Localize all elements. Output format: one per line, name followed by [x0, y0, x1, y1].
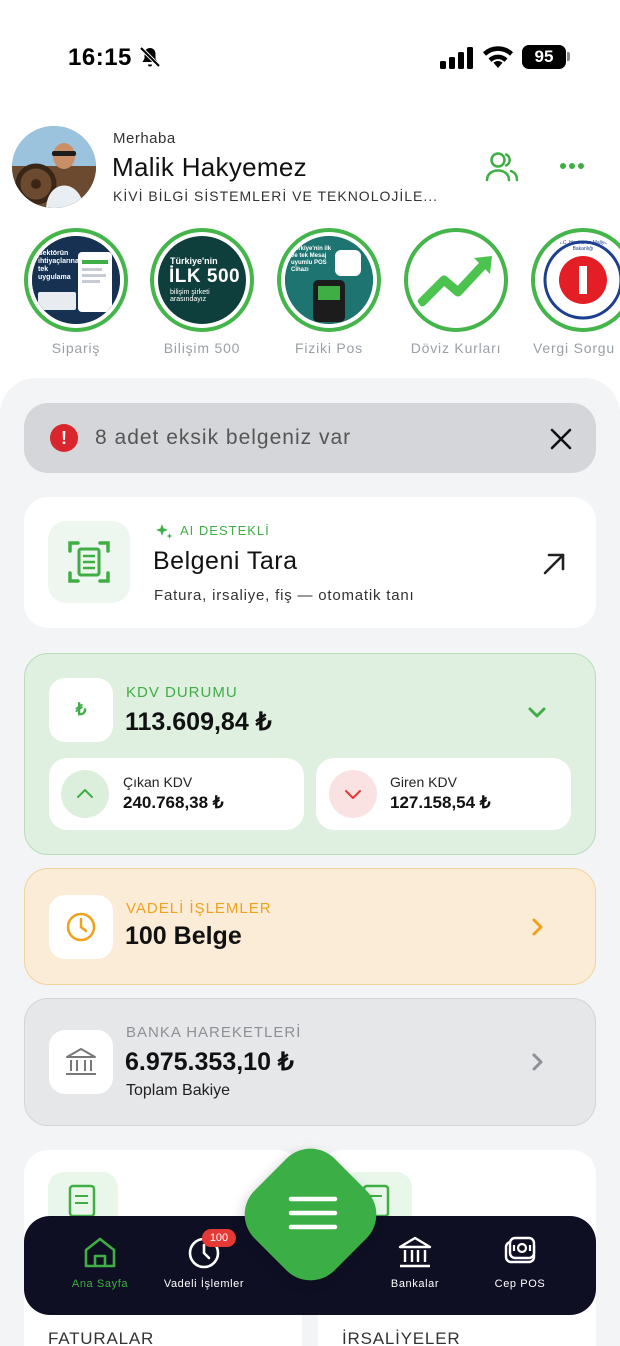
trend-up-icon: [417, 256, 492, 307]
kdv-value: 113.609,84 ₺: [125, 708, 272, 736]
story-label: Bilişim 500: [163, 340, 241, 356]
outgoing-kdv-label: Çıkan KDV: [123, 774, 193, 790]
battery-tip: [567, 52, 570, 61]
story-vergi-sorgu[interactable]: T.C. Hazine ve Maliye Bakanlığı Vergi So…: [531, 228, 620, 356]
nav-banks[interactable]: Bankalar: [380, 1232, 450, 1290]
clock-icon: [49, 895, 113, 959]
home-icon: [84, 1237, 116, 1268]
cellular-signal-icon: [440, 47, 473, 69]
story-image-sub: bilişim şirketi arasındayız: [170, 289, 210, 303]
story-doviz-kurlari[interactable]: Döviz Kurları: [404, 228, 514, 356]
story-fiziki-pos[interactable]: Türkiye'nin ilk ve tek Mesaj uyumlu POS …: [277, 228, 387, 356]
incoming-kdv-value: 127.158,54 ₺: [390, 793, 491, 812]
story-image: Sektörün ihtiyaçlarına tek uygulama: [32, 236, 120, 324]
notification-badge: 100: [202, 1229, 236, 1247]
bell-off-icon: [139, 46, 161, 68]
term-transactions-value: 100 Belge: [125, 922, 242, 950]
story-label: Vergi Sorgu: [533, 340, 615, 356]
bank-icon: [398, 1236, 432, 1268]
chevron-right-icon[interactable]: [528, 916, 548, 938]
story-image: Türkiye'nin İLK 500 bilişim şirketi aras…: [158, 236, 246, 324]
invoices-label: FATURALAR: [48, 1329, 155, 1346]
user-name: Malik Hakyemez: [112, 152, 307, 182]
kdv-label: KDV DURUMU: [126, 684, 238, 701]
outgoing-kdv-value: 240.768,38 ₺: [123, 793, 224, 812]
alert-icon: !: [50, 424, 78, 452]
users-icon[interactable]: [484, 150, 520, 184]
arrow-up-icon: [61, 770, 109, 818]
chevron-down-icon[interactable]: [524, 700, 550, 724]
arrow-up-right-icon[interactable]: [540, 550, 568, 578]
story-ring: T.C. Hazine ve Maliye Bakanlığı: [531, 228, 620, 332]
wifi-icon: [483, 46, 513, 68]
status-bar: 16:15 95: [0, 0, 620, 110]
close-icon[interactable]: [548, 426, 574, 452]
story-ring: [404, 228, 508, 332]
story-label: Sipariş: [51, 340, 101, 356]
story-label: Fiziki Pos: [295, 340, 363, 356]
ai-badge: AI DESTEKLİ: [180, 523, 270, 538]
battery-indicator: 95: [522, 45, 566, 69]
story-image-caption: Sektörün ihtiyaçlarına tek uygulama: [38, 250, 79, 281]
story-ring: Sektörün ihtiyaçlarına tek uygulama: [24, 228, 128, 332]
term-transactions-label: VADELİ İŞLEMLER: [126, 900, 272, 917]
bank-balance-caption: Toplam Bakiye: [126, 1082, 231, 1099]
bank-icon: [49, 1030, 113, 1094]
menu-icon[interactable]: [287, 1193, 339, 1233]
lira-icon: ₺: [49, 678, 113, 742]
story-image-caption: Türkiye'nin ilk ve tek Mesaj uyumlu POS …: [291, 246, 332, 273]
more-options-icon[interactable]: [558, 156, 586, 176]
story-image-main: İLK 500: [169, 266, 241, 287]
story-image: Türkiye'nin ilk ve tek Mesaj uyumlu POS …: [285, 236, 373, 324]
pos-icon: [504, 1236, 536, 1264]
document-scan-icon: [68, 541, 110, 583]
nav-home-label: Ana Sayfa: [71, 1278, 129, 1290]
stories-row: Sektörün ihtiyaçlarına tek uygulama Sipa…: [0, 228, 620, 363]
company-name: KİVİ BİLGİ SİSTEMLERİ VE TEKNOLOJİLE...: [113, 188, 439, 204]
story-ring: Türkiye'nin ilk ve tek Mesaj uyumlu POS …: [277, 228, 381, 332]
sparkle-icon: [156, 524, 173, 539]
avatar[interactable]: [12, 126, 96, 208]
bank-transactions-label: BANKA HAREKETLERİ: [126, 1024, 302, 1041]
arrow-down-icon: [329, 770, 377, 818]
nav-cep-pos[interactable]: Cep POS: [486, 1232, 554, 1290]
alert-text: 8 adet eksik belgeniz var: [95, 426, 352, 449]
chevron-right-icon[interactable]: [528, 1051, 548, 1073]
scan-card-subtitle: Fatura, irsaliye, fiş — otomatik tanı: [154, 587, 415, 604]
incoming-kdv-label: Giren KDV: [390, 774, 457, 790]
story-image-caption: T.C. Hazine ve Maliye Bakanlığı: [558, 240, 608, 252]
story-bilisim-500[interactable]: Türkiye'nin İLK 500 bilişim şirketi aras…: [150, 228, 260, 356]
waybills-label: İRSALİYELER: [342, 1329, 461, 1346]
nav-cep-pos-label: Cep POS: [494, 1278, 546, 1290]
story-image: T.C. Hazine ve Maliye Bakanlığı: [539, 236, 620, 324]
status-time: 16:15: [68, 44, 132, 71]
nav-term-transactions-label: Vadeli İşlemler: [163, 1278, 245, 1290]
scan-card-title: Belgeni Tara: [153, 547, 298, 575]
greeting-text: Merhaba: [113, 130, 176, 147]
nav-banks-label: Bankalar: [390, 1278, 440, 1290]
nav-home[interactable]: Ana Sayfa: [62, 1232, 138, 1290]
story-label: Döviz Kurları: [410, 340, 502, 356]
avatar-photo: [12, 126, 96, 208]
bank-balance-value: 6.975.353,10 ₺: [125, 1048, 294, 1076]
story-image-top: Türkiye'nin: [170, 256, 218, 266]
story-ring: Türkiye'nin İLK 500 bilişim şirketi aras…: [150, 228, 254, 332]
scan-icon-box: [48, 521, 130, 603]
story-siparis[interactable]: Sektörün ihtiyaçlarına tek uygulama Sipa…: [24, 228, 134, 356]
story-image: [412, 236, 500, 324]
